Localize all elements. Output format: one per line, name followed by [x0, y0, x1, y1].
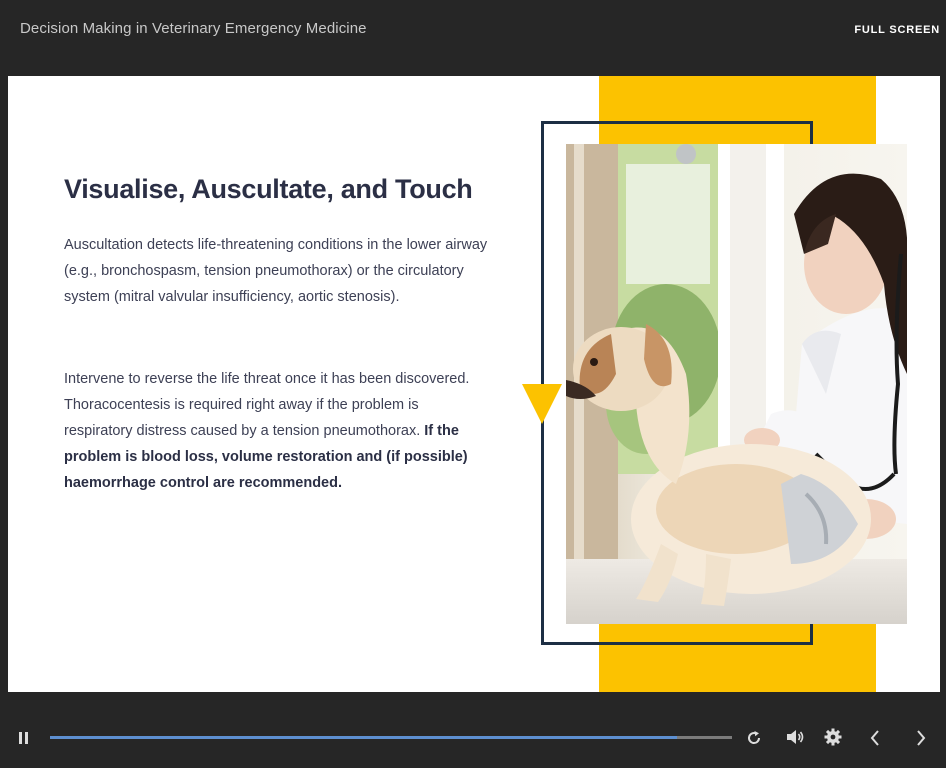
slide-paragraph-2: Intervene to reverse the life threat onc…: [64, 366, 489, 496]
chevron-left-icon: [870, 730, 879, 746]
next-button[interactable]: [914, 729, 928, 752]
settings-button[interactable]: [824, 728, 842, 751]
chevron-right-icon: [917, 730, 926, 746]
progress-bar-fill: [50, 736, 678, 739]
paragraph-2-text: Intervene to reverse the life threat onc…: [64, 371, 470, 439]
course-title: Decision Making in Veterinary Emergency …: [20, 20, 367, 37]
vet-dog-illustration: [566, 144, 907, 624]
slide-canvas: Visualise, Auscultate, and Touch Auscult…: [8, 76, 940, 692]
slide-paragraph-1: Auscultation detects life-threatening co…: [64, 237, 488, 305]
previous-button[interactable]: [868, 729, 882, 752]
slide-heading: Visualise, Auscultate, and Touch: [64, 174, 473, 204]
triangle-marker: [522, 384, 562, 424]
volume-icon: [787, 730, 804, 744]
fullscreen-button[interactable]: FULL SCREEN: [854, 24, 940, 36]
player-header: Decision Making in Veterinary Emergency …: [0, 0, 946, 62]
pause-button[interactable]: [17, 730, 31, 751]
player-controls: [0, 700, 946, 768]
vet-dog-photo: [566, 144, 907, 624]
volume-button[interactable]: [785, 728, 805, 751]
gear-icon: [824, 728, 842, 746]
progress-bar[interactable]: [50, 736, 732, 739]
pause-icon: [19, 732, 28, 744]
replay-button[interactable]: [745, 729, 763, 752]
replay-icon: [748, 731, 761, 744]
